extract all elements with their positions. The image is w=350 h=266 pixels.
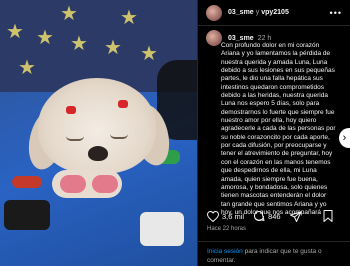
comment-count[interactable]: 846 (268, 212, 281, 221)
caption-line: Con profundo dolor en mi corazón (221, 42, 320, 49)
caption-line: con el corazón en las manos tenemos (221, 158, 331, 166)
login-prompt: Inicia sesión para indicar que te gusta … (198, 241, 350, 265)
pink-paw (60, 175, 86, 193)
star-pattern: ★ (104, 37, 122, 59)
caption-line: Ariana y yo lamentamos la pérdida de (221, 50, 331, 58)
star-pattern: ★ (60, 3, 78, 25)
share-icon (289, 211, 302, 222)
caption-time: 22 h (257, 34, 272, 42)
dog-eye (110, 134, 128, 139)
caption-line: demostrarnos lo fuerte que siempre fue (221, 108, 335, 116)
car-print (12, 176, 42, 188)
caption-line: agradecerle a cada de las personas por (221, 125, 336, 133)
action-bar: 3,6 mil 846 (198, 210, 350, 222)
bookmark-icon (323, 210, 333, 222)
comment-icon (254, 211, 265, 221)
star-pattern: ★ (36, 27, 54, 49)
caption-text: Con profundo dolor en mi corazón Ariana y… (206, 42, 342, 216)
caption: 03_sme 22 h Con profundo dolor en mi cor… (198, 26, 350, 216)
caption-line: debido a sus lesiones en sus pequeñas (221, 67, 335, 75)
caption-line: su noble corazoncito por cada aporte, (221, 133, 330, 141)
caption-line: nuestra querida y amada Luna, Luna (221, 58, 328, 66)
star-pattern: ★ (120, 7, 138, 29)
login-link[interactable]: Inicia sesión (207, 248, 243, 255)
caption-line: que despedirnos de ella, mi Luna (221, 167, 317, 175)
red-bow (118, 100, 128, 108)
star-pattern: ★ (140, 43, 158, 65)
more-horizontal-icon[interactable]: ••• (330, 8, 342, 18)
caption-line: amada, quien siempre fue buena, (221, 175, 318, 183)
car-print (140, 212, 184, 246)
comment-button[interactable]: 846 (253, 210, 281, 222)
caption-line: debido a las heridas, nuestra querida (221, 92, 328, 100)
caption-line: nuestro amor por ella, hoy quiero (221, 117, 317, 125)
caption-avatar[interactable] (206, 30, 222, 46)
post-header: 03_sme y vpy2105 ••• (198, 0, 350, 26)
author-username[interactable]: 03_sme (228, 9, 254, 16)
caption-line: intestinos quedaron comprometidos (221, 83, 324, 91)
post-photo[interactable]: ★ ★ ★ ★ ★ ★ ★ ★ (0, 0, 197, 266)
avatar[interactable] (206, 4, 222, 21)
caption-line: tan grande que sentimos Ariana y yo (221, 200, 327, 208)
caption-line: Luna nos espero 5 días, solo para (221, 100, 320, 108)
save-button[interactable] (323, 210, 333, 222)
posted-time: Hace 22 horas (207, 226, 247, 232)
star-pattern: ★ (6, 21, 24, 43)
heart-icon (207, 210, 219, 222)
coauthor-separator: y (255, 9, 260, 16)
like-button[interactable]: 3,6 mil (207, 210, 244, 222)
caption-line: tienen mascotas entenderán el dolor (221, 192, 327, 200)
dog-nose (88, 146, 108, 161)
post-details-panel: 03_sme y vpy2105 ••• 03_sme 22 h Con pro… (197, 0, 350, 266)
star-pattern: ★ (18, 57, 36, 79)
caption-line: tener el atrevimiento de preguntar, hoy (221, 150, 333, 158)
red-bow (66, 106, 76, 114)
star-pattern: ★ (70, 33, 88, 55)
like-count[interactable]: 3,6 mil (222, 212, 244, 221)
coauthor-username[interactable]: vpy2105 (261, 9, 289, 16)
caption-username[interactable]: 03_sme (228, 35, 254, 42)
share-button[interactable] (289, 211, 302, 222)
pink-paw (92, 175, 118, 193)
dog-eye (66, 136, 84, 141)
caption-line: por cada difusión, por preocuparse y (221, 142, 327, 150)
caption-line: amorosa, y bondadosa, solo quienes (221, 183, 328, 191)
car-print (4, 200, 50, 230)
caption-line: partes, le dio una falla hepática sus (221, 75, 323, 83)
